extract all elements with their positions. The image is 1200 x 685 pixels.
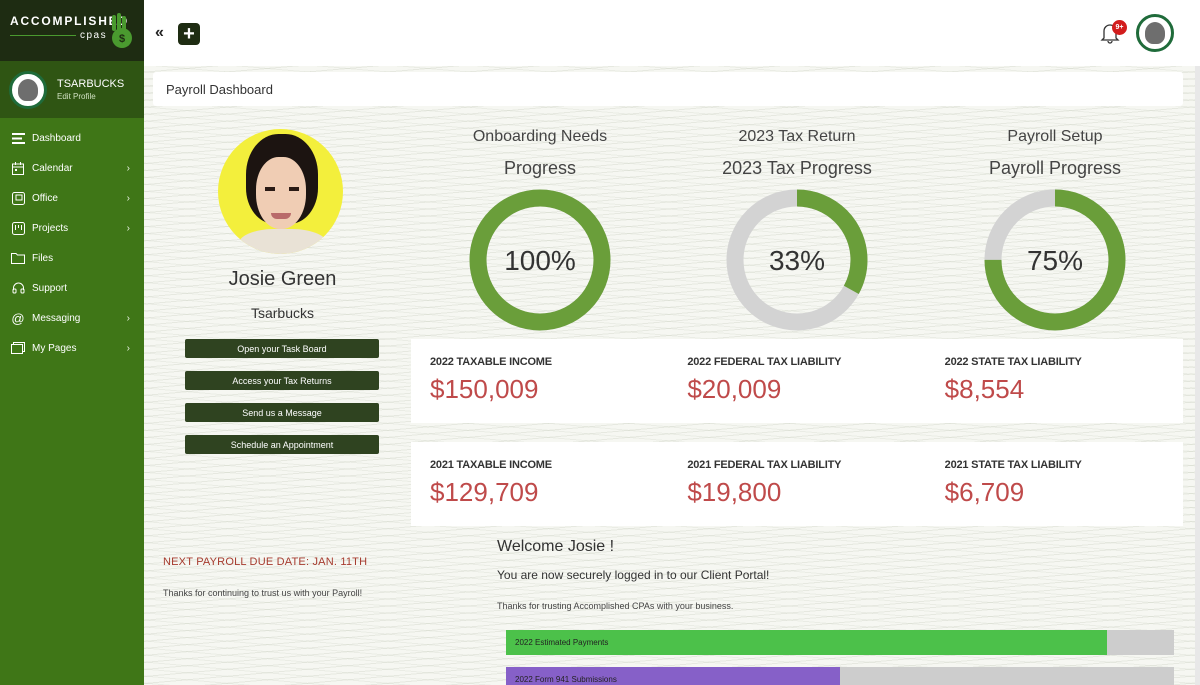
stat-card: 2021 FEDERAL TAX LIABILITY $19,800: [668, 442, 925, 526]
page-title: Payroll Dashboard: [153, 72, 1183, 106]
svg-text:$: $: [119, 33, 125, 45]
money-hand-icon: $: [112, 13, 132, 48]
sidebar-item-files[interactable]: Files: [0, 243, 144, 273]
schedule-appointment-button[interactable]: Schedule an Appointment: [185, 435, 379, 454]
stat-label: 2022 FEDERAL TAX LIABILITY: [687, 356, 842, 368]
stat-card: 2022 TAXABLE INCOME $150,009: [411, 339, 668, 423]
business-thanks: Thanks for trusting Accomplished CPAs wi…: [497, 601, 734, 611]
folder-icon: [11, 251, 25, 265]
menu-icon: [11, 131, 25, 145]
client-photo: [218, 129, 343, 254]
gauge-subtitle: 2023 Tax Progress: [722, 158, 872, 178]
gauge-percent-label: 33%: [769, 245, 825, 276]
edit-profile-link[interactable]: Edit Profile: [57, 92, 124, 101]
stat-label: 2021 TAXABLE INCOME: [430, 459, 552, 471]
progress-bar-estimated-payments: 2022 Estimated Payments: [506, 630, 1174, 655]
gauge-ring: 75%: [984, 189, 1126, 331]
sidebar-item-dashboard[interactable]: Dashboard: [0, 123, 144, 153]
sidebar-item-messaging[interactable]: @ Messaging ›: [0, 303, 144, 333]
collapse-sidebar-button[interactable]: «: [155, 24, 164, 42]
gauge-subtitle: Progress: [503, 158, 577, 178]
pages-icon: [11, 341, 25, 355]
gauge-title: Onboarding Needs: [472, 128, 608, 145]
welcome-heading: Welcome Josie !: [497, 538, 615, 555]
profile-block[interactable]: TSARBUCKS Edit Profile: [0, 61, 144, 118]
secure-login-message: You are now securely logged in to our Cl…: [497, 568, 770, 582]
chevron-right-icon: ›: [126, 222, 130, 234]
gauge-title: Payroll Setup: [1007, 128, 1103, 145]
notification-badge: 9+: [1112, 20, 1127, 35]
sidebar-item-label: Messaging: [32, 312, 81, 324]
stat-label: 2022 TAXABLE INCOME: [430, 356, 552, 368]
tax-2021-row: 2021 TAXABLE INCOME $129,709 2021 FEDERAL…: [411, 442, 1183, 526]
chevron-right-icon: ›: [126, 312, 130, 324]
chevron-right-icon: ›: [126, 162, 130, 174]
gauge-payroll-setup: Payroll Setup Payroll Progress 75%: [965, 128, 1145, 331]
gauge-ring: 100%: [469, 189, 611, 331]
sidebar-item-label: Office: [32, 192, 58, 204]
gauge-percent-label: 100%: [504, 245, 576, 276]
stat-card: 2022 FEDERAL TAX LIABILITY $20,009: [668, 339, 925, 423]
brand-logo[interactable]: ACCOMPLISHED cpas $: [0, 0, 144, 61]
page-scrollbar[interactable]: [1195, 66, 1200, 685]
brand-subname: cpas: [80, 30, 108, 41]
chevron-right-icon: ›: [126, 342, 130, 354]
gauge-percent-label: 75%: [1027, 245, 1083, 276]
top-bar: « + 9+: [144, 0, 1200, 66]
payroll-due-date: NEXT PAYROLL DUE DATE: JAN. 11TH: [163, 556, 368, 568]
access-tax-returns-button[interactable]: Access your Tax Returns: [185, 371, 379, 390]
progress-fill: 2022 Estimated Payments: [506, 630, 1108, 655]
chevron-right-icon: ›: [126, 192, 130, 204]
progress-bar-form-941: 2022 Form 941 Submissions: [506, 667, 1174, 685]
client-name: Josie Green: [228, 268, 337, 290]
sidebar-nav: Dashboard Calendar › Office › Projects ›…: [0, 118, 144, 363]
stat-value: $8,554: [944, 374, 1025, 404]
gauge-onboarding: Onboarding Needs Progress 100%: [450, 128, 630, 331]
sidebar-item-label: Dashboard: [32, 132, 81, 144]
sidebar-item-label: Files: [32, 252, 54, 264]
stat-label: 2021 STATE TAX LIABILITY: [944, 459, 1082, 471]
gauge-subtitle: Payroll Progress: [988, 158, 1122, 178]
stat-value: $6,709: [944, 477, 1025, 507]
calendar-icon: [11, 161, 25, 175]
stat-value: $150,009: [430, 374, 539, 404]
sidebar-item-label: Projects: [32, 222, 69, 234]
open-task-board-button[interactable]: Open your Task Board: [185, 339, 379, 358]
sidebar: ACCOMPLISHED cpas $ TSARBUCKS Edit Profi…: [0, 0, 144, 685]
client-company: Tsarbucks: [250, 305, 315, 321]
headset-icon: [11, 281, 25, 295]
tax-2022-row: 2022 TAXABLE INCOME $150,009 2022 FEDERAL…: [411, 339, 1183, 423]
user-avatar[interactable]: [1136, 14, 1174, 52]
progress-fill: 2022 Form 941 Submissions: [506, 667, 840, 685]
sidebar-item-calendar[interactable]: Calendar ›: [0, 153, 144, 183]
stat-card: 2021 TAXABLE INCOME $129,709: [411, 442, 668, 526]
sidebar-item-support[interactable]: Support: [0, 273, 144, 303]
sidebar-item-my-pages[interactable]: My Pages ›: [0, 333, 144, 363]
at-icon: @: [11, 310, 25, 326]
add-button[interactable]: +: [178, 23, 200, 45]
gauge-ring: 33%: [726, 189, 868, 331]
projects-icon: [11, 221, 25, 235]
gauge-title: 2023 Tax Return: [738, 128, 856, 145]
account-name: TSARBUCKS: [57, 78, 125, 90]
company-avatar[interactable]: [9, 70, 47, 109]
stat-card: 2022 STATE TAX LIABILITY $8,554: [926, 339, 1183, 423]
send-message-button[interactable]: Send us a Message: [185, 403, 379, 422]
gauge-tax-return: 2023 Tax Return 2023 Tax Progress 33%: [707, 128, 887, 331]
sidebar-item-label: Calendar: [32, 162, 73, 174]
stat-label: 2021 FEDERAL TAX LIABILITY: [687, 459, 842, 471]
payroll-thanks: Thanks for continuing to trust us with y…: [163, 588, 363, 598]
sidebar-item-label: Support: [32, 282, 68, 294]
stat-card: 2021 STATE TAX LIABILITY $6,709: [926, 442, 1183, 526]
stat-value: $20,009: [687, 374, 782, 404]
sidebar-item-projects[interactable]: Projects ›: [0, 213, 144, 243]
sidebar-item-office[interactable]: Office ›: [0, 183, 144, 213]
office-icon: [11, 191, 25, 205]
stat-label: 2022 STATE TAX LIABILITY: [944, 356, 1082, 368]
stat-value: $19,800: [687, 477, 782, 507]
stat-value: $129,709: [430, 477, 539, 507]
sidebar-item-label: My Pages: [32, 342, 77, 354]
